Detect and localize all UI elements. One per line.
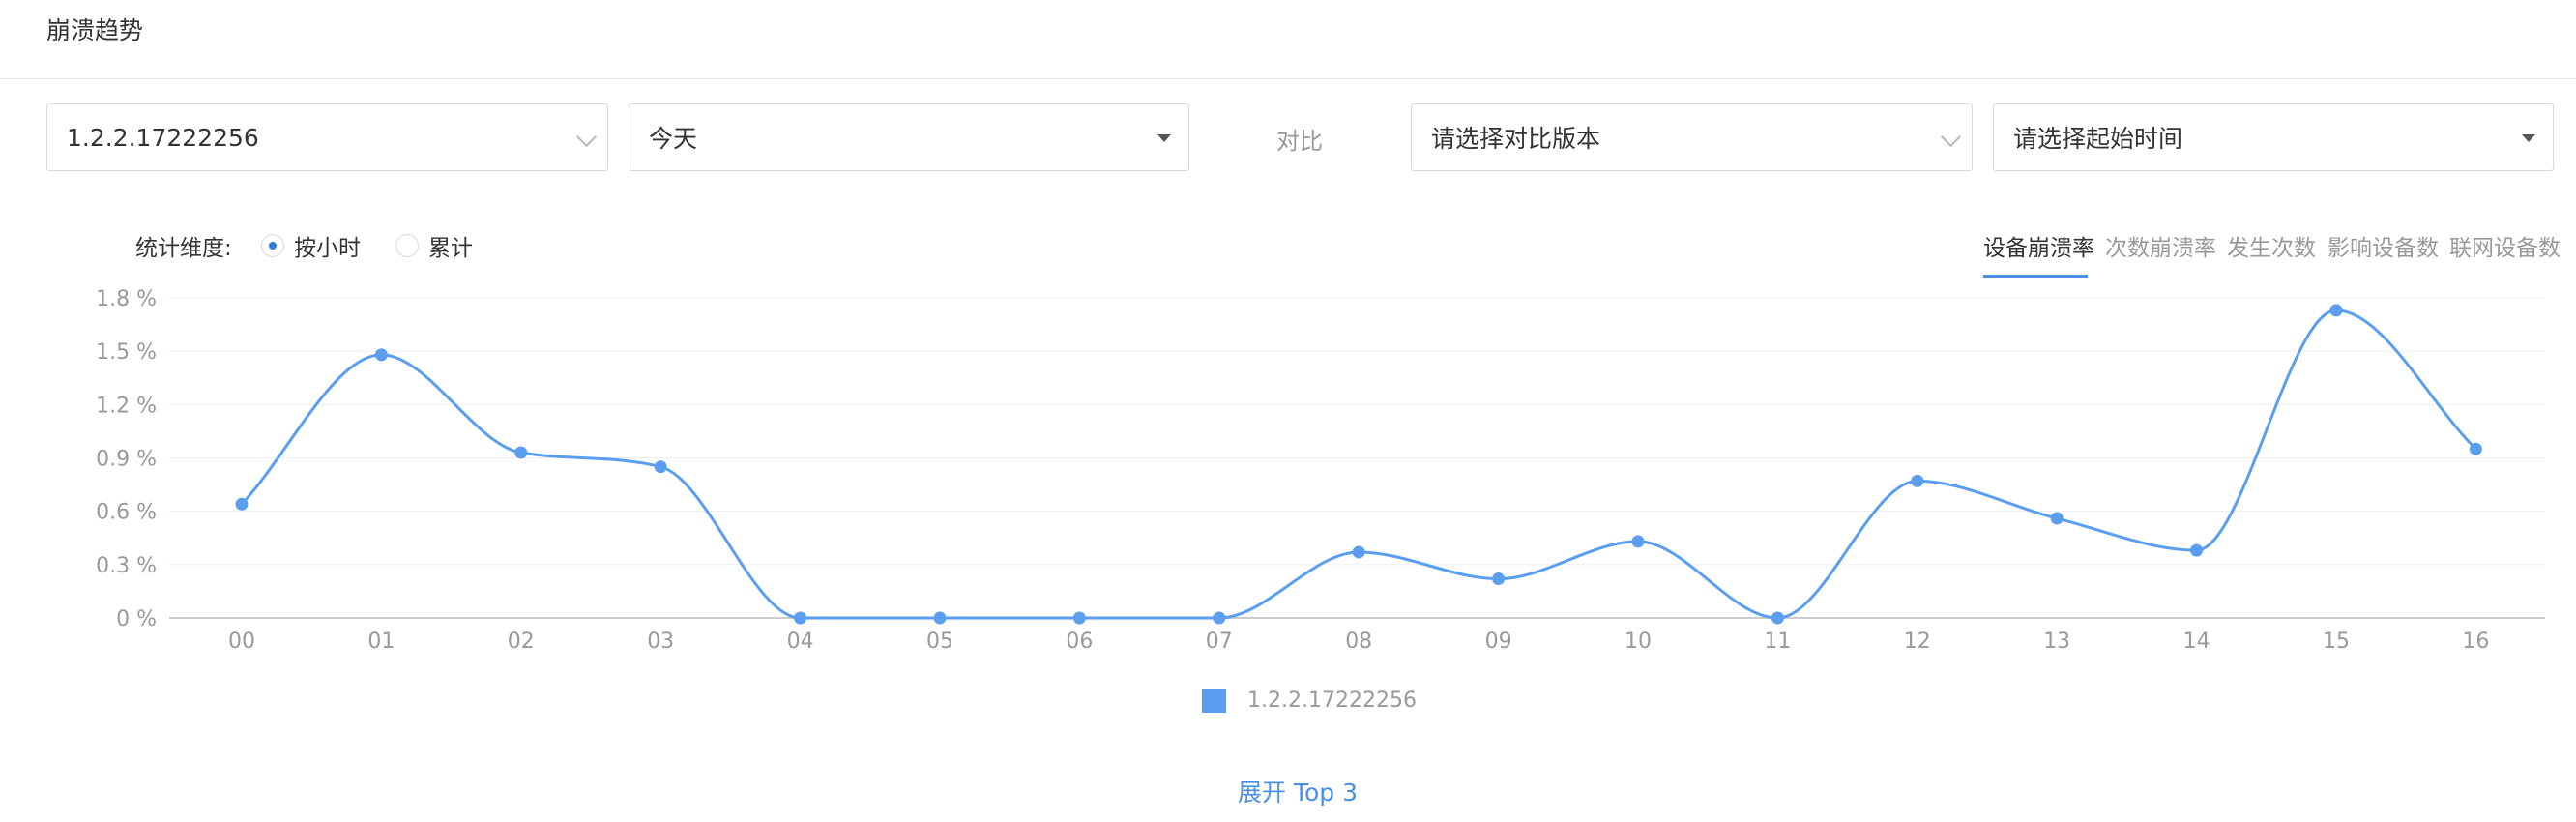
x-tick-label: 16	[2462, 630, 2489, 654]
radio-hourly-label: 按小时	[294, 236, 361, 261]
header-divider	[0, 78, 2576, 79]
y-tick-label: 0.6 %	[96, 501, 157, 525]
x-tick-label: 10	[1625, 630, 1652, 654]
y-tick-label: 0 %	[116, 607, 157, 631]
y-tick-label: 0.9 %	[96, 448, 157, 472]
compare-start-time-select[interactable]: 请选择起始时间	[1993, 103, 2554, 171]
compare-label: 对比	[1276, 128, 1323, 155]
date-range-select[interactable]: 今天	[629, 103, 1189, 171]
x-tick-label: 11	[1764, 630, 1791, 654]
data-point	[1631, 535, 1645, 548]
tab-online-devices[interactable]: 联网设备数	[2449, 229, 2561, 262]
data-point	[1352, 545, 1365, 559]
crash-trend-chart: 0 % 0.3 % 0.6 % 0.9 % 1.2 % 1.5 % 1.8 % 00 01 02 0…	[96, 287, 2545, 654]
y-tick-label: 1.8 %	[96, 287, 157, 311]
radio-checked-icon	[261, 234, 284, 257]
data-point	[1771, 611, 1784, 625]
date-range-value: 今天	[649, 125, 698, 153]
data-point	[2190, 543, 2204, 557]
data-point	[933, 611, 947, 625]
data-point	[1213, 611, 1226, 625]
radio-cumulative-label: 累计	[428, 236, 473, 261]
tab-occurrence-count[interactable]: 发生次数	[2227, 229, 2316, 262]
expand-top3-link[interactable]: 展开 Top 3	[1238, 774, 1358, 808]
x-tick-label: 04	[787, 630, 814, 654]
compare-version-select[interactable]: 请选择对比版本	[1411, 103, 1973, 171]
data-point	[1072, 611, 1086, 625]
panel-title: 崩溃趋势	[46, 16, 144, 44]
y-tick-label: 1.5 %	[96, 340, 157, 365]
x-tick-label: 03	[647, 630, 674, 654]
x-tick-label: 07	[1206, 630, 1233, 654]
compare-start-placeholder: 请选择起始时间	[2013, 125, 2183, 153]
legend-label: 1.2.2.17222256	[1247, 689, 1417, 713]
x-tick-label: 15	[2323, 630, 2350, 654]
radio-hourly[interactable]: 按小时	[261, 229, 361, 262]
version-select[interactable]: 1.2.2.17222256	[46, 103, 608, 171]
dimension-label: 统计维度:	[135, 236, 232, 261]
x-tick-label: 09	[1485, 630, 1512, 654]
x-tick-label: 01	[367, 630, 395, 654]
data-point	[374, 348, 388, 362]
data-point	[2469, 442, 2482, 455]
data-point	[514, 446, 528, 459]
x-tick-label: 06	[1066, 630, 1093, 654]
x-tick-label: 14	[2183, 630, 2210, 654]
compare-version-placeholder: 请选择对比版本	[1431, 125, 1601, 153]
y-tick-label: 1.2 %	[96, 394, 157, 418]
data-point	[235, 497, 249, 511]
radio-unchecked-icon	[395, 234, 419, 257]
y-tick-label: 0.3 %	[96, 554, 157, 578]
radio-cumulative[interactable]: 累计	[395, 229, 473, 262]
chart-legend[interactable]: 1.2.2.17222256	[1202, 689, 1417, 713]
tab-count-crash-rate[interactable]: 次数崩溃率	[2105, 229, 2216, 262]
caret-down-icon	[2522, 134, 2535, 142]
x-tick-label: 02	[508, 630, 535, 654]
caret-down-icon	[1157, 134, 1171, 142]
data-point	[2329, 304, 2343, 317]
data-point	[794, 611, 807, 625]
data-point	[654, 460, 667, 474]
data-point	[2050, 512, 2064, 525]
legend-swatch	[1202, 689, 1226, 713]
x-tick-label: 13	[2043, 630, 2070, 654]
data-point	[1911, 474, 1924, 487]
tab-device-crash-rate[interactable]: 设备崩溃率	[1983, 229, 2094, 262]
x-tick-label: 05	[926, 630, 953, 654]
version-select-value: 1.2.2.17222256	[67, 123, 259, 152]
data-point	[1492, 572, 1506, 586]
series-line	[240, 308, 2477, 620]
x-tick-label: 12	[1904, 630, 1931, 654]
tab-affected-devices[interactable]: 影响设备数	[2327, 229, 2439, 262]
x-tick-label: 00	[228, 630, 255, 654]
x-tick-label: 08	[1345, 630, 1372, 654]
